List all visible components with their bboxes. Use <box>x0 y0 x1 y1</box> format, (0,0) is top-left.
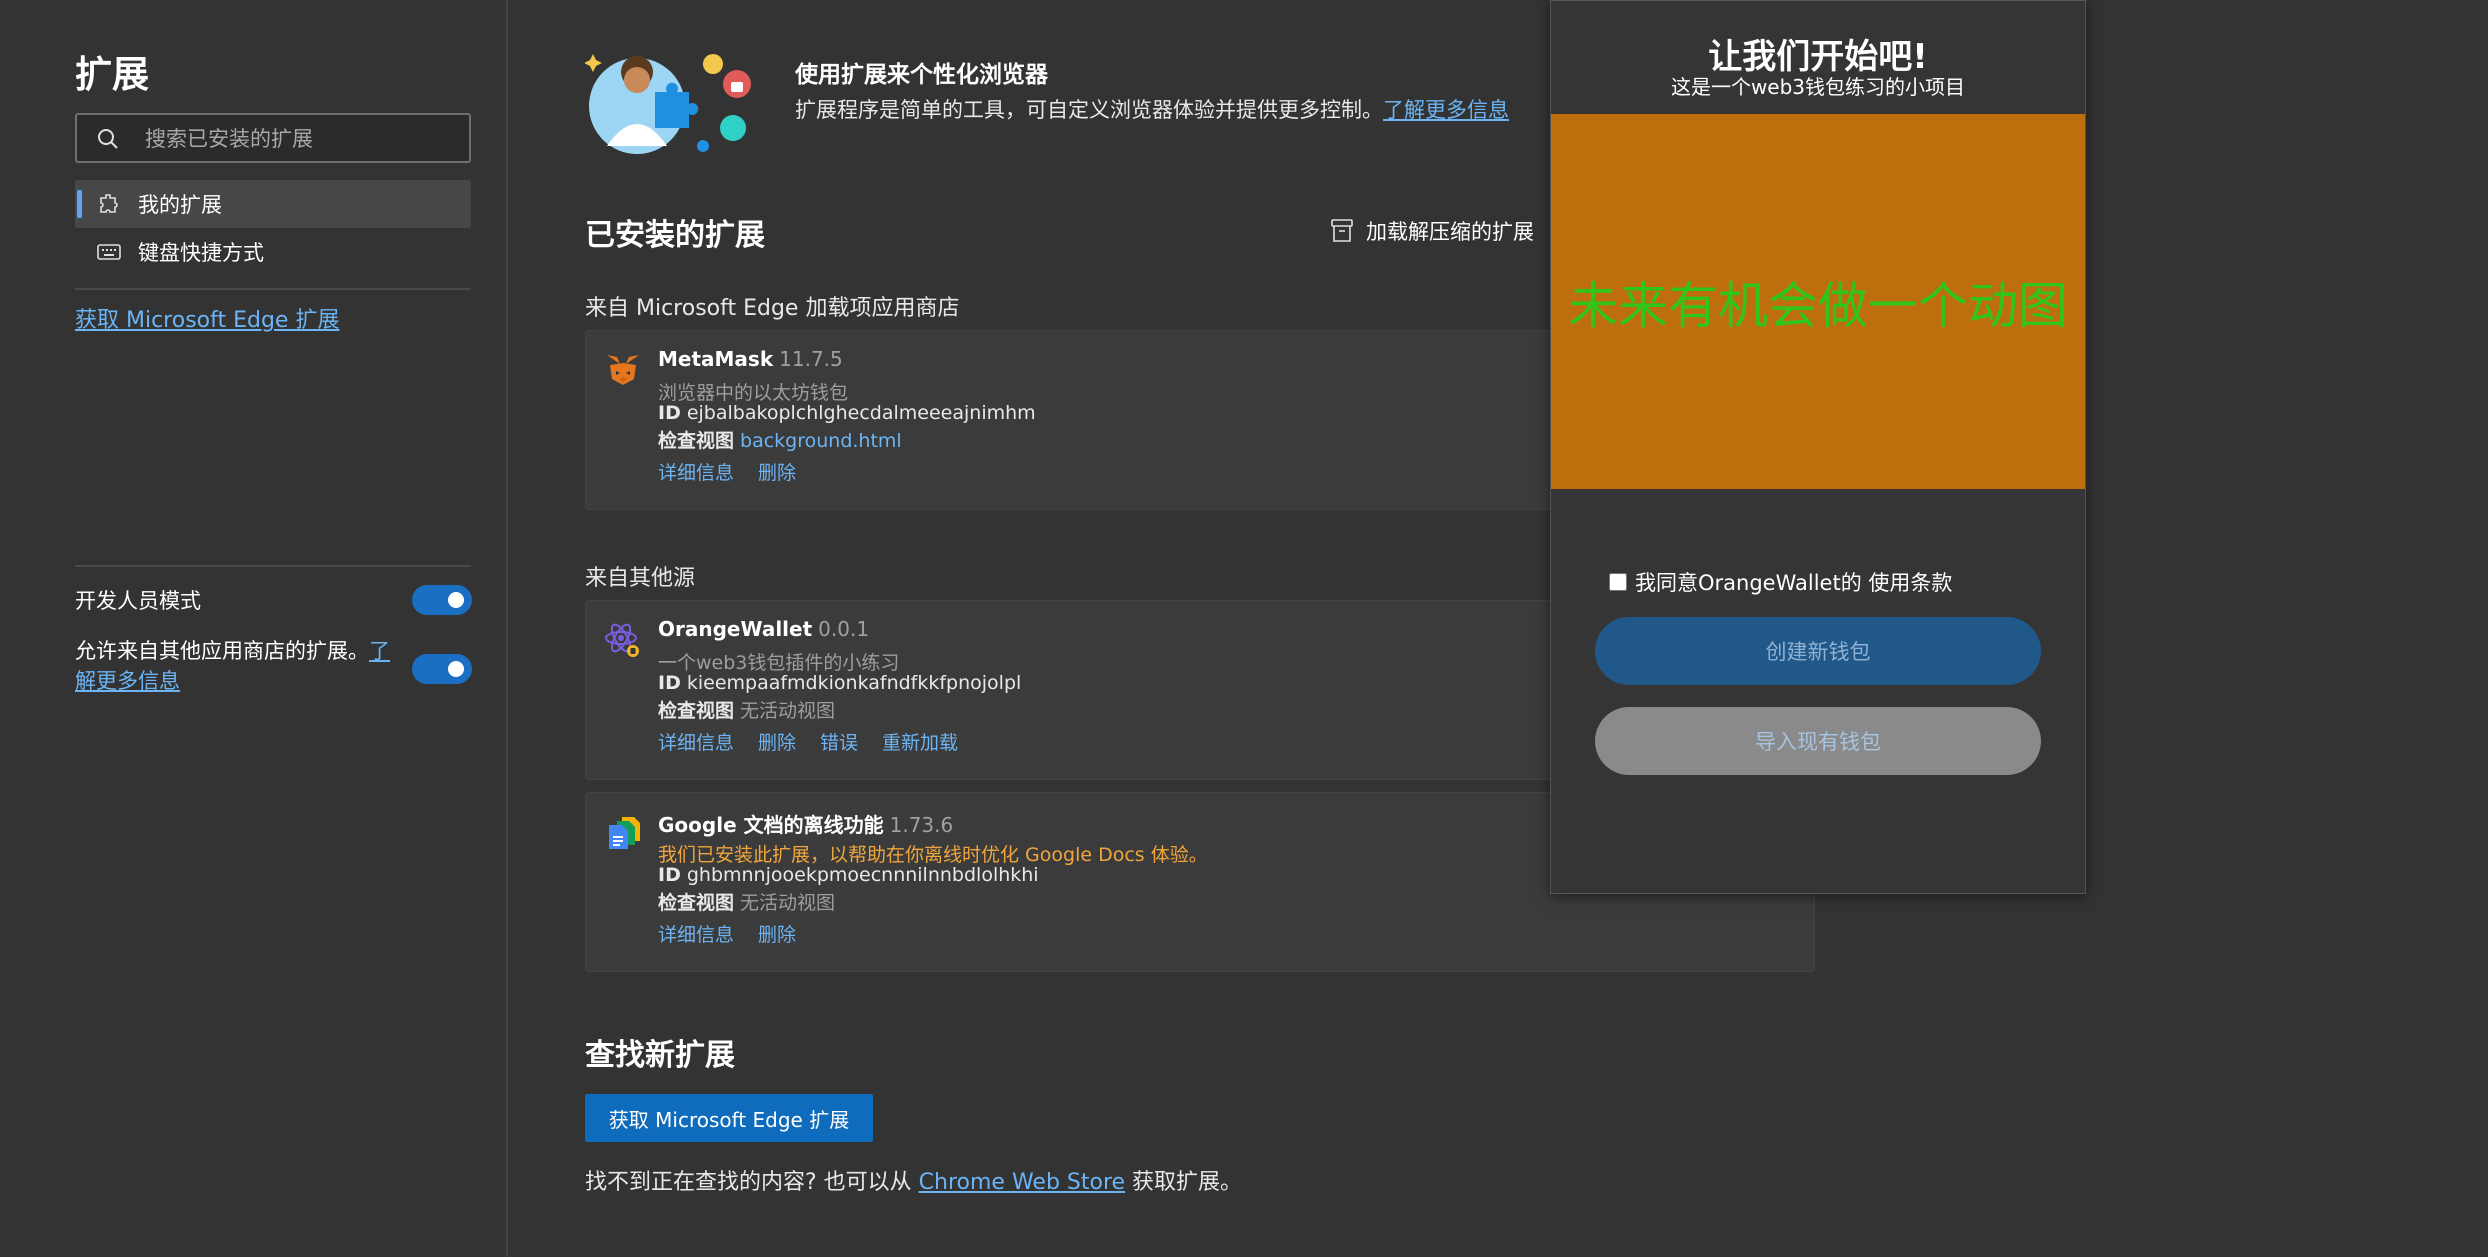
load-unpacked-button[interactable]: 加载解压缩的扩展 <box>1330 216 1534 246</box>
inspect-views-value: 无活动视图 <box>740 700 836 722</box>
id-label: ID <box>658 402 681 424</box>
extension-id: ID ejbalbakoplchlghecdalmeeeajnimhm <box>658 402 1036 424</box>
hero-title: 使用扩展来个性化浏览器 <box>795 62 1048 88</box>
puzzle-icon <box>100 194 118 213</box>
google-docs-icon <box>609 817 640 849</box>
extension-inspect-views: 检查视图 background.html <box>658 426 902 453</box>
remove-link[interactable]: 删除 <box>758 920 796 947</box>
remove-link[interactable]: 删除 <box>758 728 796 755</box>
extension-name: OrangeWallet <box>658 617 813 641</box>
extension-actions: 详细信息 删除 错误 重新加载 <box>658 728 958 755</box>
extension-description: 我们已安装此扩展，以帮助在你离线时优化 Google Docs 体验。 <box>658 844 1208 866</box>
extension-title: OrangeWallet 0.0.1 <box>658 617 869 641</box>
developer-mode-label: 开发人员模式 <box>75 589 201 613</box>
terms-label: 我同意OrangeWallet的 使用条款 <box>1635 571 1953 595</box>
inspect-background-link[interactable]: background.html <box>740 430 902 452</box>
find-new-extensions-heading: 查找新扩展 <box>585 1038 735 1073</box>
extension-id: ID ghbmnnjooekpmoecnnnilnnbdlolhkhi <box>658 864 1039 886</box>
orangewallet-popup: 让我们开始吧! 这是一个web3钱包练习的小项目 未来有机会做一个动图 我同意O… <box>1550 0 2086 894</box>
extension-name: Google 文档的离线功能 <box>658 813 884 837</box>
divider <box>75 565 471 567</box>
search-input[interactable] <box>143 115 457 163</box>
get-edge-extensions-link[interactable]: 获取 Microsoft Edge 扩展 <box>75 302 339 334</box>
allow-other-stores-label: 允许来自其他应用商店的扩展。了解更多信息 <box>75 636 405 696</box>
allow-other-stores-toggle[interactable] <box>412 654 472 684</box>
load-unpacked-label: 加载解压缩的扩展 <box>1366 220 1534 244</box>
find-text-after: 获取扩展。 <box>1125 1170 1243 1195</box>
id-label: ID <box>658 672 681 694</box>
chrome-web-store-link[interactable]: Chrome Web Store <box>919 1170 1125 1195</box>
sidebar-item-keyboard-shortcuts[interactable]: 键盘快捷方式 <box>75 228 471 276</box>
allow-other-stores-text: 允许来自其他应用商店的扩展。 <box>75 639 369 663</box>
id-value: kieempaafmdkionkafndfkkfpnojolpl <box>686 672 1022 694</box>
from-other-sources-label: 来自其他源 <box>585 566 696 591</box>
details-link[interactable]: 详细信息 <box>658 728 734 755</box>
extension-actions: 详细信息 删除 <box>658 458 796 485</box>
errors-link[interactable]: 错误 <box>820 728 858 755</box>
extension-version: 1.73.6 <box>889 813 954 837</box>
animation-placeholder-text: 未来有机会做一个动图 <box>1568 276 2068 335</box>
remove-link[interactable]: 删除 <box>758 458 796 485</box>
find-text-before: 找不到正在查找的内容? 也可以从 <box>585 1170 919 1195</box>
inspect-views-label: 检查视图 <box>658 700 735 722</box>
terms-agreement[interactable]: 我同意OrangeWallet的 使用条款 <box>1609 567 1952 597</box>
extension-title: Google 文档的离线功能 1.73.6 <box>658 809 953 838</box>
inspect-views-label: 检查视图 <box>658 430 735 452</box>
id-value: ghbmnnjooekpmoecnnnilnnbdlolhkhi <box>686 864 1039 886</box>
keyboard-icon <box>97 244 121 260</box>
page-title: 扩展 <box>75 53 149 96</box>
terms-checkbox[interactable] <box>1609 573 1627 591</box>
animation-placeholder: 未来有机会做一个动图 <box>1551 114 2085 489</box>
get-edge-extensions-button[interactable]: 获取 Microsoft Edge 扩展 <box>585 1094 873 1142</box>
active-indicator <box>77 190 82 218</box>
details-link[interactable]: 详细信息 <box>658 920 734 947</box>
import-wallet-button[interactable]: 导入现有钱包 <box>1595 707 2041 775</box>
hero-description-text: 扩展程序是简单的工具，可自定义浏览器体验并提供更多控制。 <box>795 98 1383 122</box>
search-icon <box>98 129 118 149</box>
create-wallet-button[interactable]: 创建新钱包 <box>1595 617 2041 685</box>
hero-description: 扩展程序是简单的工具，可自定义浏览器体验并提供更多控制。了解更多信息 <box>795 94 1509 124</box>
package-icon <box>1331 219 1353 242</box>
hero-learn-more-link[interactable]: 了解更多信息 <box>1383 98 1509 122</box>
extensions-hero-illustration <box>585 54 751 154</box>
id-value: ejbalbakoplchlghecdalmeeeajnimhm <box>686 402 1036 424</box>
sidebar: 扩展 我的扩展 键盘快捷方式 获取 Microsoft Edge 扩展 开发人员… <box>0 0 508 1257</box>
installed-extensions-heading: 已安装的扩展 <box>585 218 765 253</box>
find-extensions-text: 找不到正在查找的内容? 也可以从 Chrome Web Store 获取扩展。 <box>585 1164 1242 1196</box>
sidebar-item-label: 我的扩展 <box>138 193 222 217</box>
id-label: ID <box>658 864 681 886</box>
extension-version: 11.7.5 <box>779 347 843 371</box>
metamask-fox-icon <box>607 355 639 385</box>
extension-name: MetaMask <box>658 347 774 371</box>
sidebar-item-label: 键盘快捷方式 <box>138 241 264 265</box>
search-box[interactable] <box>75 113 471 163</box>
sidebar-item-my-extensions[interactable]: 我的扩展 <box>75 180 471 228</box>
extension-id: ID kieempaafmdkionkafndfkkfpnojolpl <box>658 672 1021 694</box>
details-link[interactable]: 详细信息 <box>658 458 734 485</box>
divider <box>75 288 471 290</box>
inspect-views-value: 无活动视图 <box>740 892 836 914</box>
toggle-knob <box>448 592 464 608</box>
react-atom-icon <box>605 623 639 657</box>
from-store-label: 来自 Microsoft Edge 加载项应用商店 <box>585 296 960 321</box>
reload-link[interactable]: 重新加载 <box>882 728 958 755</box>
developer-mode-toggle[interactable] <box>412 585 472 615</box>
popup-subtitle: 这是一个web3钱包练习的小项目 <box>1670 75 1966 99</box>
extension-description: 一个web3钱包插件的小练习 <box>658 652 900 674</box>
inspect-views-label: 检查视图 <box>658 892 735 914</box>
extension-actions: 详细信息 删除 <box>658 920 796 947</box>
toggle-knob <box>448 661 464 677</box>
extension-version: 0.0.1 <box>818 617 870 641</box>
extension-inspect-views: 检查视图 无活动视图 <box>658 696 835 723</box>
extension-description: 浏览器中的以太坊钱包 <box>658 382 849 404</box>
extension-inspect-views: 检查视图 无活动视图 <box>658 888 835 915</box>
extension-title: MetaMask 11.7.5 <box>658 347 843 371</box>
